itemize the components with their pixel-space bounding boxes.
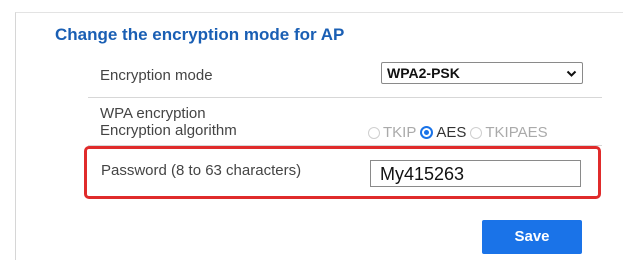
radio-label-tkip: TKIP: [383, 124, 417, 141]
wpa-encryption-row: WPA encryption Encryption algorithm TKIP…: [88, 98, 602, 146]
encryption-algorithm-label: Encryption algorithm: [100, 122, 237, 139]
encryption-algorithm-radio-group: TKIP AES TKIPAES: [368, 124, 552, 141]
encryption-mode-row: Encryption mode WPA2-PSK: [88, 56, 602, 98]
radio-label-tkipaes: TKIPAES: [485, 124, 548, 141]
section-title: Change the encryption mode for AP: [55, 25, 345, 44]
radio-aes[interactable]: [420, 126, 434, 139]
wpa-encryption-label: WPA encryption: [100, 105, 206, 122]
encryption-mode-value: WPA2-PSK: [387, 65, 460, 81]
encryption-mode-select[interactable]: WPA2-PSK: [381, 62, 583, 84]
password-label: Password (8 to 63 characters): [101, 162, 302, 179]
save-button[interactable]: Save: [482, 220, 582, 254]
radio-label-aes: AES: [436, 124, 467, 141]
radio-tkip[interactable]: [368, 126, 380, 139]
password-value: My415263: [380, 164, 465, 184]
password-input[interactable]: My415263: [370, 160, 581, 187]
radio-tkipaes[interactable]: [470, 126, 483, 139]
chevron-down-icon: [566, 70, 577, 77]
encryption-mode-label: Encryption mode: [100, 67, 213, 84]
